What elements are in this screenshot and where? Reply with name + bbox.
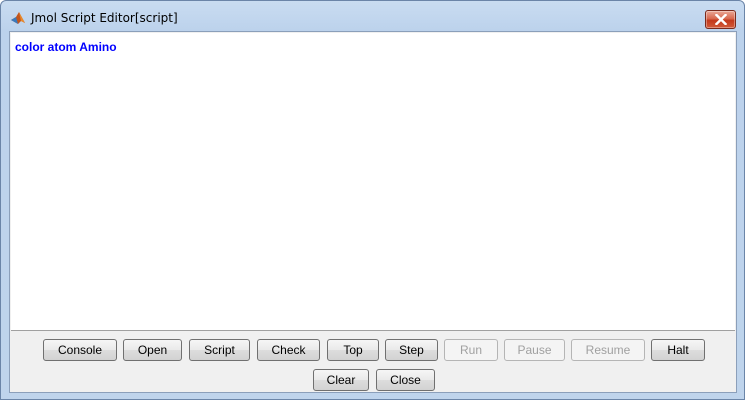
clear-button[interactable]: Clear [313, 369, 369, 391]
close-icon [715, 14, 727, 25]
halt-button[interactable]: Halt [651, 339, 705, 361]
resume-button[interactable]: Resume [571, 339, 645, 361]
open-button[interactable]: Open [123, 339, 182, 361]
run-button[interactable]: Run [444, 339, 498, 361]
check-button[interactable]: Check [257, 339, 320, 361]
script-editor-window: Jmol Script Editor[script] color atom Am… [0, 0, 745, 400]
top-button[interactable]: Top [327, 339, 379, 361]
matlab-logo-icon [10, 10, 26, 26]
close-button[interactable]: Close [376, 369, 435, 391]
console-button[interactable]: Console [43, 339, 117, 361]
script-button[interactable]: Script [189, 339, 250, 361]
pause-button[interactable]: Pause [504, 339, 565, 361]
title-bar[interactable]: Jmol Script Editor[script] [1, 1, 744, 31]
client-area: color atom Amino Console Open Script Che… [9, 31, 737, 393]
step-button[interactable]: Step [385, 339, 438, 361]
window-title: Jmol Script Editor[script] [31, 11, 178, 25]
window-close-button[interactable] [705, 10, 736, 29]
script-text: color atom Amino [15, 40, 117, 54]
script-editor-textarea[interactable]: color atom Amino [11, 33, 735, 331]
